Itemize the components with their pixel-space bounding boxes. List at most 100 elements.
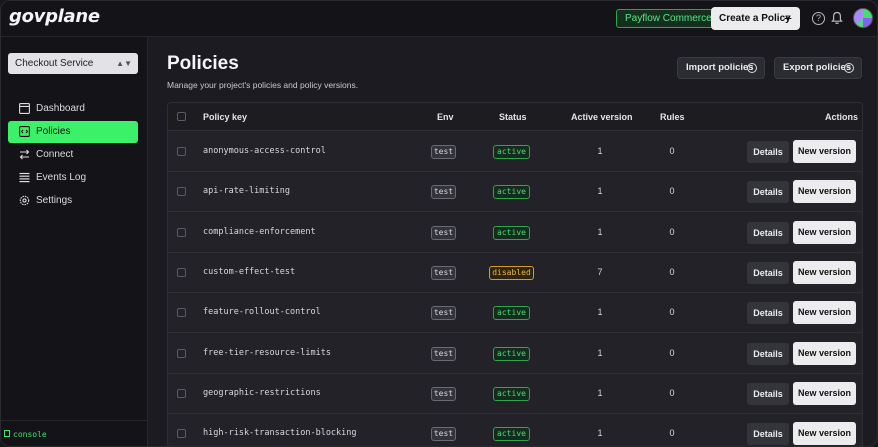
policy-key[interactable]: geographic-restrictions [203, 388, 321, 398]
help-icon[interactable]: ? [812, 12, 825, 25]
details-button[interactable]: Details [747, 382, 789, 405]
env-badge: test [431, 427, 456, 442]
org-badge[interactable]: Payflow Commerce [616, 9, 721, 28]
sidebar-item-events-log[interactable]: Events Log [8, 167, 138, 189]
new-version-button[interactable]: New version [793, 140, 856, 163]
active-version: 1 [597, 226, 603, 237]
table-row[interactable]: compliance-enforcement test active 1 0 Detail… [168, 213, 862, 253]
new-version-button[interactable]: New version [793, 301, 856, 325]
import-policies-button[interactable]: Import policies ↓ [677, 57, 765, 79]
active-version: 1 [597, 387, 603, 398]
app-logo[interactable]: govplane [9, 6, 100, 27]
status-badge: active [493, 225, 530, 240]
policy-key[interactable]: api-rate-limiting [203, 186, 290, 196]
sidebar-item-dashboard[interactable]: Dashboard [8, 98, 138, 120]
plus-icon: + [783, 10, 792, 26]
bell-icon[interactable] [831, 11, 843, 25]
console-link[interactable]: console [13, 430, 47, 439]
table-row[interactable]: feature-rollout-control test active 1 0 Detai… [168, 293, 862, 334]
table-row[interactable]: high-risk-transaction-blocking test active… [168, 414, 862, 446]
table-row[interactable]: geographic-restrictions test active 1 0 Detai… [168, 374, 862, 414]
header-status[interactable]: Status [499, 112, 527, 122]
header-active-version[interactable]: Active version [571, 112, 633, 122]
row-checkbox[interactable] [177, 348, 186, 358]
events-icon [19, 172, 30, 183]
rules-count: 0 [669, 428, 675, 439]
policies-table: Policy key Env Status Active version Rul… [167, 102, 863, 446]
rules-count: 0 [669, 307, 675, 318]
table-row[interactable]: custom-effect-test test disabled 7 0 Details N… [168, 253, 862, 293]
header-policy-key[interactable]: Policy key [203, 112, 247, 122]
row-checkbox[interactable] [177, 267, 186, 277]
sidebar-item-settings[interactable]: Settings [8, 190, 138, 212]
header-env[interactable]: Env [437, 112, 454, 122]
table-row[interactable]: api-rate-limiting test active 1 0 Details New … [168, 172, 862, 213]
sidebar-item-label: Settings [36, 195, 73, 206]
status-badge: active [493, 145, 530, 159]
page-subtitle: Manage your project's policies and polic… [167, 80, 359, 90]
app-window: govplane Payflow Commerce Create a Polic… [0, 0, 878, 447]
export-policies-button[interactable]: Export policies ↑ [774, 57, 862, 79]
row-checkbox[interactable] [177, 227, 186, 237]
rules-count: 0 [669, 347, 675, 358]
sidebar-item-connect[interactable]: Connect [8, 144, 138, 166]
sidebar: Checkout Service ▲▼ Dashboard Policies C… [1, 37, 148, 446]
new-version-button[interactable]: New version [793, 180, 856, 204]
details-button[interactable]: Details [747, 141, 789, 163]
status-badge: active [493, 306, 530, 321]
sidebar-item-label: Connect [36, 149, 74, 160]
top-bar: govplane Payflow Commerce Create a Polic… [1, 1, 877, 37]
env-badge: test [431, 386, 456, 401]
policy-key[interactable]: free-tier-resource-limits [203, 348, 331, 358]
env-badge: test [431, 346, 456, 361]
policy-key[interactable]: feature-rollout-control [203, 307, 321, 317]
new-version-button[interactable]: New version [793, 422, 856, 446]
chevron-updown-icon: ▲▼ [116, 59, 132, 68]
details-button[interactable]: Details [747, 261, 789, 284]
sidebar-item-policies[interactable]: Policies [8, 121, 138, 143]
console-icon [4, 430, 10, 437]
table-row[interactable]: anonymous-access-control test active 1 0 Deta… [168, 132, 862, 172]
arrow-down-circle-icon: ↓ [747, 63, 757, 73]
row-checkbox[interactable] [177, 429, 186, 439]
rules-count: 0 [669, 226, 675, 237]
avatar[interactable] [853, 8, 873, 28]
row-checkbox[interactable] [177, 187, 186, 197]
new-version-button[interactable]: New version [793, 341, 856, 365]
status-badge: active [493, 346, 530, 361]
row-checkbox[interactable] [177, 308, 186, 318]
status-badge: active [493, 185, 530, 200]
new-version-button[interactable]: New version [793, 260, 856, 284]
export-policies-label: Export policies [783, 62, 852, 73]
table-row[interactable]: free-tier-resource-limits test active 1 0 Det… [168, 334, 862, 374]
select-all-checkbox[interactable] [177, 112, 186, 121]
active-version: 1 [597, 186, 603, 197]
header-actions: Actions [825, 112, 859, 122]
create-policy-button[interactable]: Create a Policy + [711, 7, 800, 30]
details-button[interactable]: Details [747, 181, 789, 204]
rules-count: 0 [669, 266, 675, 277]
policy-key[interactable]: compliance-enforcement [203, 227, 316, 237]
connect-icon [19, 149, 30, 160]
sidebar-item-label: Policies [36, 126, 71, 137]
details-button[interactable]: Details [747, 342, 789, 365]
import-policies-label: Import policies [686, 62, 754, 73]
details-button[interactable]: Details [747, 302, 789, 325]
policies-icon [19, 126, 30, 137]
sidebar-footer: console [1, 420, 148, 446]
policy-key[interactable]: anonymous-access-control [203, 146, 326, 156]
status-badge: disabled [489, 265, 534, 280]
header-rules[interactable]: Rules [660, 112, 685, 122]
row-checkbox[interactable] [177, 147, 186, 156]
project-name: Checkout Service [15, 58, 94, 69]
policy-key[interactable]: custom-effect-test [203, 267, 295, 277]
details-button[interactable]: Details [747, 221, 789, 244]
new-version-button[interactable]: New version [793, 220, 856, 244]
details-button[interactable]: Details [747, 423, 789, 446]
policy-key[interactable]: high-risk-transaction-blocking [203, 428, 357, 438]
active-version: 7 [597, 266, 603, 277]
project-selector[interactable]: Checkout Service ▲▼ [8, 53, 138, 74]
row-checkbox[interactable] [177, 388, 186, 398]
env-badge: test [431, 265, 456, 280]
new-version-button[interactable]: New version [793, 381, 856, 405]
